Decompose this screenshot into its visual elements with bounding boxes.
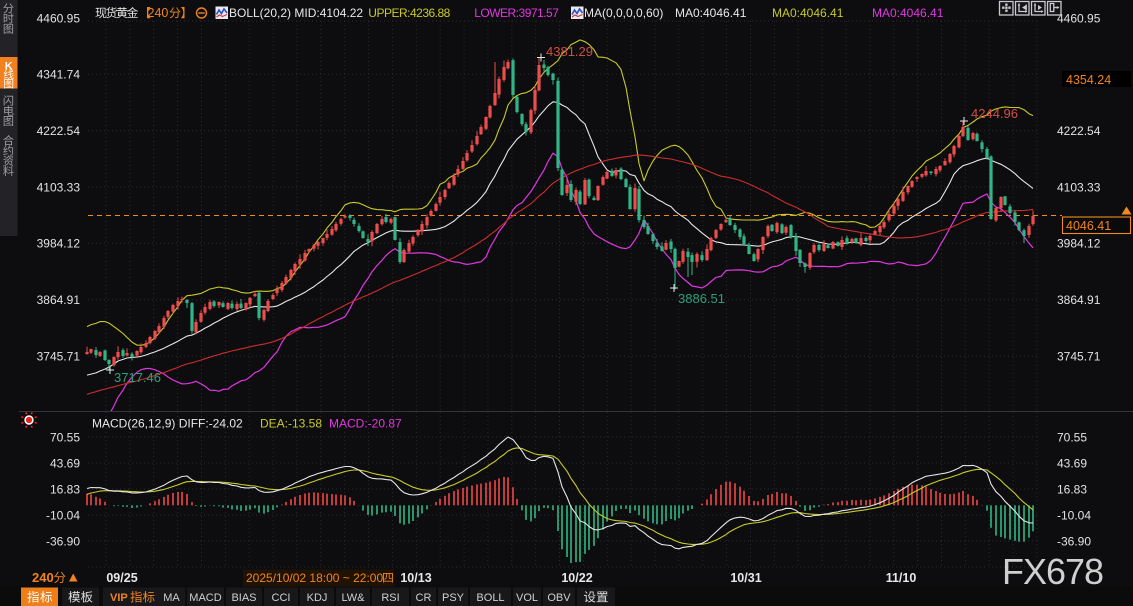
svg-text:MACD(26,12,9) DIFF:-24.02: MACD(26,12,9) DIFF:-24.02 — [92, 416, 243, 430]
svg-text:10/13: 10/13 — [400, 571, 431, 585]
svg-text:70.55: 70.55 — [1057, 430, 1087, 444]
svg-text:2025/10/02 18:00 ~ 22:00: 2025/10/02 18:00 ~ 22:00 — [246, 571, 383, 585]
svg-text:BIAS: BIAS — [231, 592, 256, 604]
svg-text:VIP: VIP — [110, 592, 128, 604]
svg-text:4103.33: 4103.33 — [1057, 180, 1101, 194]
svg-text:BOLL: BOLL — [476, 592, 504, 604]
svg-text:-10.04: -10.04 — [1057, 508, 1091, 522]
svg-text:3864.91: 3864.91 — [1057, 293, 1101, 307]
svg-text:FX678: FX678 — [1002, 551, 1103, 592]
svg-text:10/22: 10/22 — [561, 571, 592, 585]
svg-text:70.55: 70.55 — [50, 430, 80, 444]
svg-text:BOLL(20,2) MID:4104.22: BOLL(20,2) MID:4104.22 — [229, 6, 363, 20]
svg-text:MACD:-20.87: MACD:-20.87 — [329, 416, 402, 430]
svg-text:240: 240 — [148, 6, 169, 20]
svg-text:-36.90: -36.90 — [46, 534, 80, 548]
svg-text:PSY: PSY — [442, 592, 465, 604]
svg-text:MA0:4046.41: MA0:4046.41 — [675, 6, 747, 20]
svg-text:-36.90: -36.90 — [1057, 534, 1091, 548]
svg-text:4244.96: 4244.96 — [971, 106, 1018, 121]
svg-text:4222.54: 4222.54 — [1057, 124, 1101, 138]
svg-text:4222.54: 4222.54 — [37, 124, 81, 138]
svg-text:09/25: 09/25 — [106, 571, 137, 585]
svg-text:4460.95: 4460.95 — [37, 11, 81, 25]
svg-text:MACD: MACD — [189, 592, 221, 604]
svg-text:OBV: OBV — [547, 592, 571, 604]
svg-text:4381.29: 4381.29 — [546, 44, 593, 59]
svg-text:MA0:4046.41: MA0:4046.41 — [772, 6, 844, 20]
svg-text:DEA:-13.58: DEA:-13.58 — [260, 416, 322, 430]
svg-text:MA0:4046.41: MA0:4046.41 — [872, 6, 944, 20]
svg-text:240: 240 — [32, 570, 54, 585]
svg-text:4341.74: 4341.74 — [37, 68, 81, 82]
svg-text:-10.04: -10.04 — [46, 508, 80, 522]
svg-text:10/31: 10/31 — [730, 571, 761, 585]
svg-text:16.83: 16.83 — [50, 482, 80, 496]
svg-text:16.83: 16.83 — [1057, 482, 1087, 496]
svg-text:43.69: 43.69 — [50, 456, 80, 470]
svg-text:3864.91: 3864.91 — [37, 293, 81, 307]
svg-text:4354.24: 4354.24 — [1066, 73, 1111, 87]
svg-text:LOWER:3971.57: LOWER:3971.57 — [474, 6, 559, 20]
svg-text:4103.33: 4103.33 — [37, 180, 81, 194]
svg-text:VOL: VOL — [516, 592, 538, 604]
svg-text:MA(0,0,0,0,60): MA(0,0,0,0,60) — [584, 6, 663, 20]
svg-text:CR: CR — [416, 592, 432, 604]
svg-text:KDJ: KDJ — [307, 592, 328, 604]
svg-text:LW&: LW& — [341, 592, 365, 604]
svg-text:3984.12: 3984.12 — [37, 237, 81, 251]
svg-text:43.69: 43.69 — [1057, 456, 1087, 470]
svg-text:3984.12: 3984.12 — [1057, 237, 1101, 251]
svg-text:UPPER:4236.88: UPPER:4236.88 — [368, 6, 450, 20]
svg-text:3717.46: 3717.46 — [114, 370, 161, 385]
svg-text:3745.71: 3745.71 — [37, 349, 81, 363]
svg-text:11/10: 11/10 — [886, 571, 917, 585]
svg-text:4046.41: 4046.41 — [1066, 219, 1111, 233]
svg-text:3745.71: 3745.71 — [1057, 349, 1101, 363]
svg-text:3886.51: 3886.51 — [678, 291, 725, 306]
svg-text:4460.95: 4460.95 — [1057, 11, 1101, 25]
svg-text:MA: MA — [163, 592, 180, 604]
svg-text:RSI: RSI — [381, 592, 399, 604]
svg-text:CCI: CCI — [272, 592, 291, 604]
